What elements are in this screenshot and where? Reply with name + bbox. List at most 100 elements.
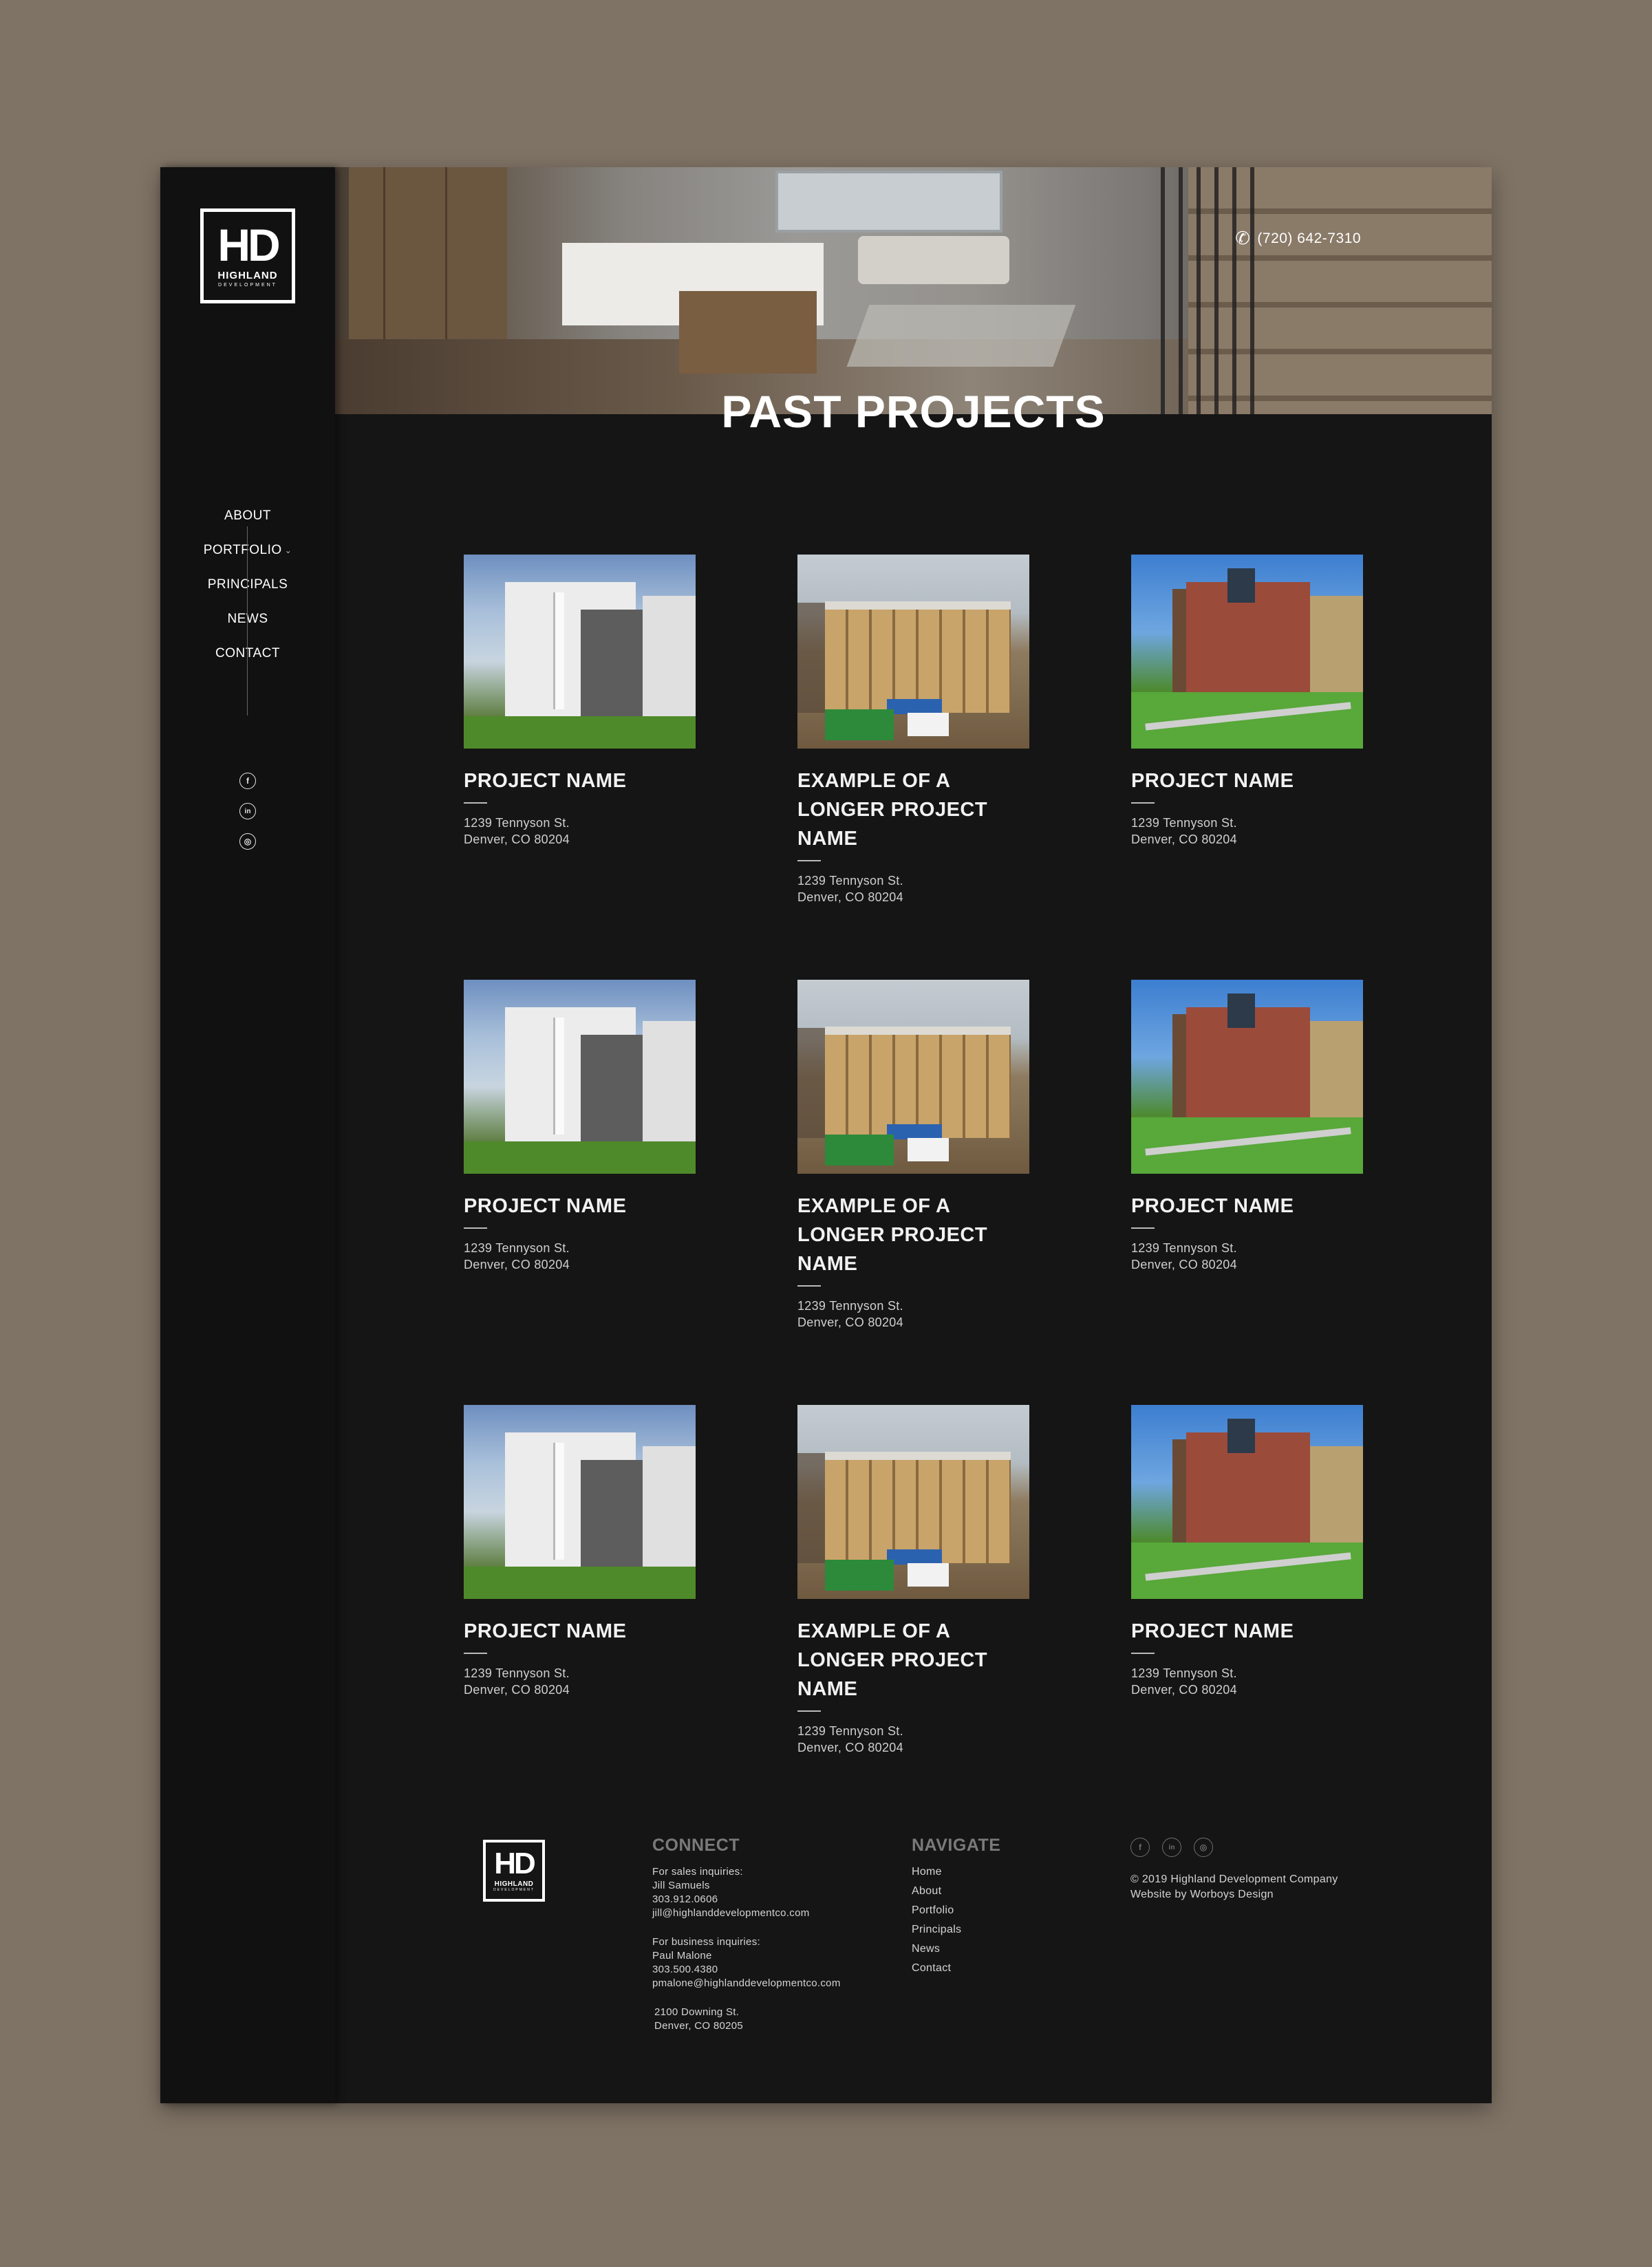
project-address: 1239 Tennyson St. Denver, CO 80204 — [797, 1724, 903, 1754]
facebook-icon[interactable]: f — [239, 773, 256, 789]
nav-item-news[interactable]: NEWS — [228, 602, 268, 636]
project-name[interactable]: PROJECT NAME — [464, 1192, 670, 1221]
footer-copyright: © 2019 Highland Development Company Webs… — [1130, 1872, 1338, 1902]
sales-phone[interactable]: 303.912.0606 — [652, 1893, 900, 1906]
project-address: 1239 Tennyson St. Denver, CO 80204 — [464, 1666, 570, 1697]
project-divider — [464, 1227, 487, 1229]
footer-link-portfolio[interactable]: Portfolio — [912, 1901, 1049, 1920]
project-name[interactable]: EXAMPLE OF A LONGER PROJECT NAME — [797, 1617, 1004, 1704]
hero-rug — [846, 305, 1076, 367]
business-email[interactable]: pmalone@highlanddevelopmentco.com — [652, 1977, 900, 1990]
project-divider — [797, 1285, 821, 1287]
hero-railing — [1147, 167, 1257, 414]
copyright-text: © 2019 Highland Development Company — [1130, 1873, 1338, 1885]
office-address-line2: Denver, CO 80205 — [654, 2020, 744, 2032]
footer-logo-subtitle: DEVELOPMENT — [493, 1887, 535, 1892]
project-image-construction-site[interactable] — [797, 555, 1029, 749]
phone-number: (720) 642-7310 — [1257, 230, 1361, 246]
footer-link-contact[interactable]: Contact — [912, 1959, 1049, 1978]
project-address: 1239 Tennyson St. Denver, CO 80204 — [464, 1241, 570, 1271]
hero-cabinet — [349, 167, 507, 346]
page-title: PAST PROJECTS — [721, 386, 1106, 437]
credit-text[interactable]: Website by Worboys Design — [1130, 1887, 1338, 1902]
project-address: 1239 Tennyson St. Denver, CO 80204 — [1131, 816, 1237, 846]
business-label: For business inquiries: — [652, 1936, 760, 1948]
project-name[interactable]: EXAMPLE OF A LONGER PROJECT NAME — [797, 766, 1004, 853]
footer-link-home[interactable]: Home — [912, 1862, 1049, 1882]
project-address: 1239 Tennyson St. Denver, CO 80204 — [464, 816, 570, 846]
project-address: 1239 Tennyson St. Denver, CO 80204 — [1131, 1241, 1237, 1271]
project-image-construction-site[interactable] — [797, 980, 1029, 1174]
footer-link-principals[interactable]: Principals — [912, 1920, 1049, 1940]
footer-social: f in ◎ — [1130, 1838, 1213, 1857]
hero-window — [775, 171, 1002, 233]
project-name[interactable]: EXAMPLE OF A LONGER PROJECT NAME — [797, 1192, 1004, 1278]
logo-mark: HD — [217, 219, 280, 270]
footer-link-news[interactable]: News — [912, 1940, 1049, 1959]
project-name[interactable]: PROJECT NAME — [464, 766, 670, 795]
project-image-white-modern-building[interactable] — [464, 1405, 696, 1599]
project-card: EXAMPLE OF A LONGER PROJECT NAME 1239 Te… — [797, 1405, 1029, 1756]
project-divider — [1131, 802, 1155, 804]
sales-name: Jill Samuels — [652, 1880, 710, 1891]
footer-logo-mark: HD — [494, 1846, 536, 1880]
project-name[interactable]: PROJECT NAME — [1131, 1192, 1338, 1221]
hero-island-side — [679, 291, 817, 374]
project-card: PROJECT NAME 1239 Tennyson St. Denver, CO… — [464, 980, 696, 1273]
footer-link-about[interactable]: About — [912, 1882, 1049, 1901]
project-address: 1239 Tennyson St. Denver, CO 80204 — [797, 874, 903, 904]
footer-navigate: NAVIGATE Home About Portfolio Principals… — [912, 1836, 1049, 1978]
business-phone[interactable]: 303.500.4380 — [652, 1963, 900, 1977]
project-image-white-modern-building[interactable] — [464, 980, 696, 1174]
project-image-brick-house[interactable] — [1131, 980, 1363, 1174]
project-address: 1239 Tennyson St. Denver, CO 80204 — [797, 1299, 903, 1329]
navigate-title: NAVIGATE — [912, 1836, 1001, 1855]
sales-label: For sales inquiries: — [652, 1866, 743, 1878]
project-card: PROJECT NAME 1239 Tennyson St. Denver, CO… — [464, 555, 696, 848]
hero-sofa — [858, 236, 1009, 284]
project-name[interactable]: PROJECT NAME — [1131, 766, 1338, 795]
facebook-icon[interactable]: f — [1130, 1838, 1150, 1857]
project-card: PROJECT NAME 1239 Tennyson St. Denver, CO… — [1131, 555, 1363, 848]
instagram-icon[interactable]: ◎ — [239, 833, 256, 850]
project-divider — [464, 802, 487, 804]
project-name[interactable]: PROJECT NAME — [464, 1617, 670, 1646]
project-divider — [1131, 1227, 1155, 1229]
header-phone[interactable]: ✆ (720) 642-7310 — [1235, 228, 1361, 249]
project-divider — [464, 1653, 487, 1654]
sidebar: HD HIGHLAND DEVELOPMENT ABOUT PORTFOLIO ⌄… — [160, 167, 335, 2103]
project-card: EXAMPLE OF A LONGER PROJECT NAME 1239 Te… — [797, 555, 1029, 905]
linkedin-icon[interactable]: in — [1162, 1838, 1181, 1857]
website-frame: HD HIGHLAND DEVELOPMENT ABOUT PORTFOLIO ⌄… — [160, 167, 1492, 2103]
project-divider — [1131, 1653, 1155, 1654]
logo-subtitle: DEVELOPMENT — [218, 283, 277, 288]
project-image-brick-house[interactable] — [1131, 555, 1363, 749]
hero-cabinet-seam — [383, 167, 385, 346]
logo-name: HIGHLAND — [217, 270, 278, 281]
linkedin-icon[interactable]: in — [239, 803, 256, 819]
project-image-construction-site[interactable] — [797, 1405, 1029, 1599]
project-divider — [797, 1710, 821, 1712]
footer-logo-name: HIGHLAND — [494, 1880, 534, 1888]
sidebar-social: f in ◎ — [160, 773, 335, 850]
project-image-white-modern-building[interactable] — [464, 555, 696, 749]
main-nav: ABOUT PORTFOLIO⌄ PRINCIPALS NEWS CONTACT — [160, 499, 335, 671]
connect-title: CONNECT — [652, 1836, 740, 1855]
office-address-line1: 2100 Downing St. — [654, 2006, 740, 2018]
hero-banner: ✆ (720) 642-7310 — [335, 167, 1492, 414]
chevron-down-icon: ⌄ — [284, 546, 292, 555]
project-divider — [797, 860, 821, 861]
business-name: Paul Malone — [652, 1950, 712, 1962]
project-card: PROJECT NAME 1239 Tennyson St. Denver, CO… — [464, 1405, 696, 1698]
sidebar-vertical-line — [247, 526, 248, 716]
footer-logo[interactable]: HD HIGHLAND DEVELOPMENT — [483, 1840, 545, 1902]
project-name[interactable]: PROJECT NAME — [1131, 1617, 1338, 1646]
project-card: EXAMPLE OF A LONGER PROJECT NAME 1239 Te… — [797, 980, 1029, 1331]
sales-email[interactable]: jill@highlanddevelopmentco.com — [652, 1906, 900, 1920]
project-image-brick-house[interactable] — [1131, 1405, 1363, 1599]
instagram-icon[interactable]: ◎ — [1194, 1838, 1213, 1857]
highland-logo[interactable]: HD HIGHLAND DEVELOPMENT — [200, 208, 295, 303]
phone-icon: ✆ — [1235, 228, 1251, 248]
project-card: PROJECT NAME 1239 Tennyson St. Denver, CO… — [1131, 980, 1363, 1273]
hero-cabinet-seam — [445, 167, 447, 346]
